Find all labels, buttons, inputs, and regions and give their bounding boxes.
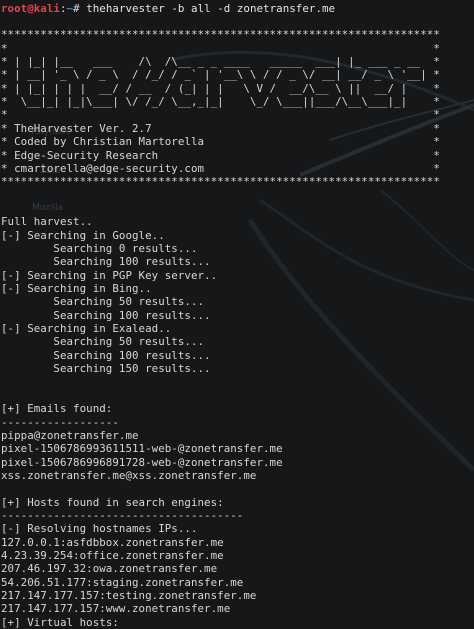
output-line: * * bbox=[1, 108, 440, 122]
output-line: Searching 150 results... bbox=[1, 362, 211, 376]
output-line: * * bbox=[1, 41, 440, 55]
output-line: 217.147.177.157:www.zonetransfer.me bbox=[1, 602, 231, 616]
output-line: * | __| '_ \ / _ \ / /_/ / _` | '__\ \ /… bbox=[1, 68, 440, 82]
output-line: ------------------ bbox=[1, 415, 119, 429]
output-line: * | |_| |__ ___ /\ /\__ _ _ ____ _____ _… bbox=[1, 55, 440, 69]
output-line: pippa@zonetransfer.me bbox=[1, 428, 139, 442]
output-line: Searching 0 results... bbox=[1, 241, 198, 255]
output-line: ------------------------------------- bbox=[1, 508, 244, 522]
output-line: [-] Searching in PGP Key server.. bbox=[1, 268, 218, 282]
output-line: pixel-1506786993611511-web-@zonetransfer… bbox=[1, 442, 283, 456]
output-line: 54.206.51.177:staging.zonetransfer.me bbox=[1, 575, 244, 589]
output-line: [+] Emails found: bbox=[1, 402, 113, 416]
output-line: pixel-1506786996891728-web-@zonetransfer… bbox=[1, 455, 283, 469]
output-line: * \__|_| |_|\___| \/ /_/ \__,_|_| \_/ \_… bbox=[1, 95, 440, 109]
output-line: 207.46.197.32:owa.zonetransfer.me bbox=[1, 562, 218, 576]
output-line: 4.23.39.254:office.zonetransfer.me bbox=[1, 549, 224, 562]
output-line: 217.147.177.157:testing.zonetransfer.me bbox=[1, 589, 257, 603]
output-line: [-] Searching in Bing.. bbox=[1, 282, 152, 295]
output-line: 127.0.0.1:asfdbbox.zonetransfer.me bbox=[1, 535, 224, 549]
output-line: Full harvest.. bbox=[1, 215, 93, 229]
prompt-symbol: # bbox=[73, 2, 87, 15]
output-line: xss.zonetransfer.me@xss.zonetransfer.me bbox=[1, 468, 257, 482]
output-line: Searching 50 results... bbox=[1, 335, 205, 349]
output-line: [-] Resolving hostnames IPs... bbox=[1, 522, 198, 536]
output-line: ****************************************… bbox=[1, 175, 440, 189]
output-line: Searching 50 results... bbox=[1, 295, 205, 309]
output-line: [-] Searching in Google.. bbox=[1, 228, 165, 242]
output-line: Searching 100 results... bbox=[1, 255, 211, 269]
output-line: * Coded by Christian Martorella * bbox=[1, 135, 440, 149]
output-line: * | |_| | | | __/ / __ / (_| | | \ V / _… bbox=[1, 81, 440, 95]
output-line: * TheHarvester Ver. 2.7 * bbox=[1, 121, 440, 135]
output-line: Searching 100 results... bbox=[1, 308, 211, 322]
output-line: * Edge-Security Research * bbox=[1, 148, 440, 162]
prompt-line: root@kali:~# theharvester -b all -d zone… bbox=[1, 2, 473, 15]
output-line: [+] Hosts found in search engines: bbox=[1, 495, 224, 509]
output-line: [-] Searching in Exalead.. bbox=[1, 322, 172, 336]
command-text: theharvester -b all -d zonetransfer.me bbox=[86, 2, 336, 15]
output-line: [+] Virtual hosts: bbox=[1, 615, 119, 629]
output-line: * cmartorella@edge-security.com * bbox=[1, 161, 440, 175]
prompt-user-host: root@kali bbox=[1, 2, 60, 15]
output-line: Searching 100 results... bbox=[1, 348, 211, 362]
output-line: ****************************************… bbox=[1, 28, 440, 42]
terminal-window[interactable]: root@kali:~# theharvester -b all -d zone… bbox=[0, 0, 474, 629]
